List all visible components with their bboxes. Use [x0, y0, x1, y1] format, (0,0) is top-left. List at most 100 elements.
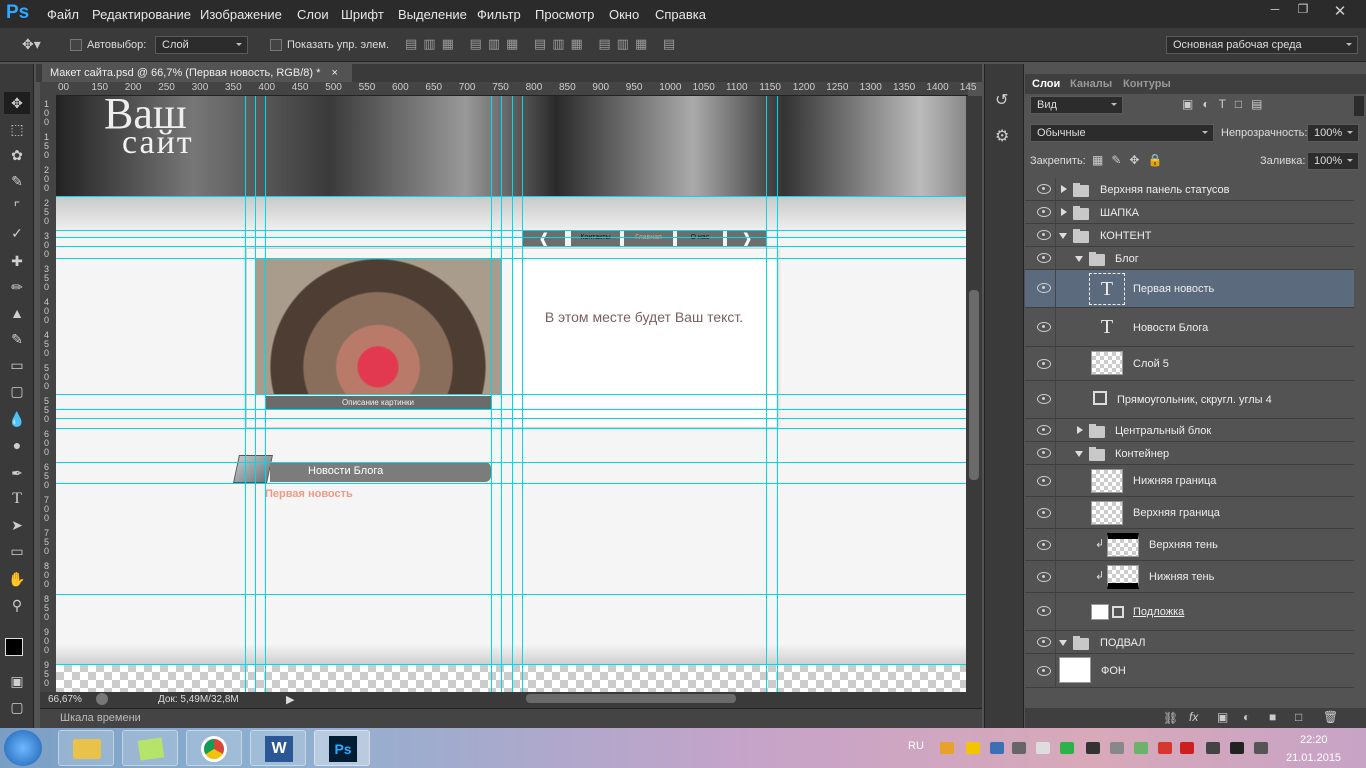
eyedropper-tool-icon[interactable]: ✓	[4, 222, 30, 244]
opacity-input[interactable]: 100%	[1307, 124, 1359, 142]
visibility-eye-icon[interactable]	[1037, 572, 1051, 582]
fill-input[interactable]: 100%	[1307, 152, 1359, 170]
visibility-eye-icon[interactable]	[1037, 637, 1051, 647]
hand-tool-icon[interactable]: ✋	[4, 568, 30, 590]
layer-row[interactable]: T Новости Блога	[1025, 308, 1354, 347]
lock-icons[interactable]: ▦✎✥🔒	[1092, 153, 1172, 167]
layer-row[interactable]: Прямоугольник, скругл. углы 4	[1025, 381, 1354, 419]
language-indicator[interactable]: RU	[908, 740, 924, 752]
gradient-tool-icon[interactable]: ▢	[4, 380, 30, 402]
clock-time[interactable]: 22:20	[1300, 734, 1328, 746]
visibility-eye-icon[interactable]	[1037, 394, 1051, 404]
status-arrow-icon[interactable]: ▶	[286, 693, 294, 706]
adjustment-icon[interactable]: ◐	[1243, 710, 1250, 724]
vertical-scroll-thumb[interactable]	[969, 290, 979, 480]
layer-row[interactable]: Слой 5	[1025, 347, 1354, 381]
collapse-arrow-icon[interactable]	[1075, 451, 1083, 461]
menu-window[interactable]: Окно	[609, 7, 639, 22]
visibility-eye-icon[interactable]	[1037, 230, 1051, 240]
blur-tool-icon[interactable]: 💧	[4, 408, 30, 430]
menu-type[interactable]: Шрифт	[341, 7, 384, 22]
visibility-eye-icon[interactable]	[1037, 540, 1051, 550]
layer-row[interactable]: Центральный блок	[1025, 419, 1354, 442]
layer-row[interactable]: ФОН	[1025, 654, 1354, 688]
layer-row[interactable]: Блог	[1025, 247, 1354, 270]
restore-icon[interactable]: ❐	[1290, 2, 1316, 20]
layer-row[interactable]: ↲ Нижняя тень	[1025, 561, 1354, 593]
visibility-eye-icon[interactable]	[1037, 207, 1051, 217]
tray-icon[interactable]	[990, 742, 1004, 754]
visibility-eye-icon[interactable]	[1037, 322, 1051, 332]
tray-icon[interactable]	[1206, 742, 1220, 754]
tab-layers[interactable]: Слои	[1032, 78, 1060, 90]
zoom-tool-icon[interactable]: ⚲	[4, 594, 30, 616]
trash-icon[interactable]: 🗑	[1323, 710, 1338, 724]
visibility-eye-icon[interactable]	[1037, 283, 1051, 293]
layer-row[interactable]: ШАПКА	[1025, 201, 1354, 224]
layer-row[interactable]: Верхняя граница	[1025, 497, 1354, 529]
tray-icon[interactable]	[1180, 742, 1194, 754]
layer-row[interactable]: Подложка	[1025, 593, 1354, 631]
horizontal-scroll-thumb[interactable]	[526, 694, 736, 703]
tray-icon[interactable]	[1012, 742, 1026, 754]
start-button-icon[interactable]	[4, 730, 42, 766]
first-news-title[interactable]: Первая новость	[265, 488, 353, 500]
new-layer-icon[interactable]: □	[1295, 710, 1302, 724]
move-tool-icon[interactable]: ✥	[4, 92, 30, 114]
visibility-eye-icon[interactable]	[1037, 508, 1051, 518]
taskbar-notes-icon[interactable]	[122, 730, 178, 766]
autoselect-checkbox[interactable]	[70, 39, 82, 51]
blend-mode-dropdown[interactable]: Обычные	[1030, 124, 1214, 142]
foreground-color-swatch[interactable]	[5, 638, 23, 656]
tray-icon[interactable]	[1086, 742, 1100, 754]
collapse-arrow-icon[interactable]	[1075, 256, 1083, 266]
pen-tool-icon[interactable]: ✒	[4, 462, 30, 484]
visibility-eye-icon[interactable]	[1037, 606, 1051, 616]
tab-channels[interactable]: Каналы	[1070, 78, 1112, 90]
close-icon[interactable]: ✕	[1320, 2, 1360, 20]
collapse-arrow-icon[interactable]	[1059, 233, 1067, 243]
tray-icon[interactable]	[1134, 742, 1148, 754]
visibility-eye-icon[interactable]	[1037, 184, 1051, 194]
type-tool-icon[interactable]: T	[4, 488, 30, 510]
document-tab[interactable]: Макет сайта.psd @ 66,7% (Первая новость,…	[42, 64, 352, 82]
expand-arrow-icon[interactable]	[1061, 208, 1071, 216]
dodge-tool-icon[interactable]: ●	[4, 434, 30, 456]
expand-arrow-icon[interactable]	[1061, 185, 1071, 193]
menu-image[interactable]: Изображение	[200, 7, 282, 22]
menu-help[interactable]: Справка	[655, 7, 706, 22]
menu-filter[interactable]: Фильтр	[477, 7, 521, 22]
timeline-label[interactable]: Шкала времени	[60, 712, 141, 724]
collapse-arrow-icon[interactable]	[1059, 640, 1067, 650]
autoselect-dropdown[interactable]: Слой	[155, 36, 248, 54]
tray-icon[interactable]	[1158, 742, 1172, 754]
visibility-eye-icon[interactable]	[1037, 253, 1051, 263]
expand-arrow-icon[interactable]	[1077, 426, 1087, 434]
visibility-eye-icon[interactable]	[1037, 476, 1051, 486]
signal-icon[interactable]	[1230, 742, 1244, 754]
menu-layers[interactable]: Слои	[297, 7, 329, 22]
crop-tool-icon[interactable]: ⌜	[4, 196, 30, 218]
tab-paths[interactable]: Контуры	[1123, 78, 1171, 90]
tray-icon[interactable]	[966, 742, 980, 754]
align-icons[interactable]: ▤▥▦ ▤▥▦ ▤▥▦ ▤▥▦ ▤	[405, 36, 765, 54]
taskbar-photoshop-icon[interactable]: Ps	[314, 730, 370, 766]
workspace-dropdown[interactable]: Основная рабочая среда	[1166, 36, 1358, 54]
minimize-icon[interactable]: ─	[1262, 2, 1288, 20]
layer-row[interactable]: Контейнер	[1025, 442, 1354, 465]
tray-icon[interactable]	[1036, 742, 1050, 754]
path-select-tool-icon[interactable]: ➤	[4, 514, 30, 536]
close-tab-icon[interactable]: ×	[331, 67, 337, 79]
status-menu-icon[interactable]	[96, 693, 108, 705]
filter-icons[interactable]: ▣◐T□▤	[1182, 97, 1302, 111]
healing-tool-icon[interactable]: ✚	[4, 250, 30, 272]
layer-row-selected[interactable]: T Первая новость	[1025, 270, 1354, 308]
screen-mode-icon[interactable]: ▢	[4, 696, 30, 718]
brush-tool-icon[interactable]: ✏	[4, 276, 30, 298]
quick-select-tool-icon[interactable]: ✎	[4, 170, 30, 192]
taskbar-chrome-icon[interactable]	[186, 730, 242, 766]
canvas[interactable]: Ваш сайт ❰ Контакты Главная О нас ❱ Опис…	[56, 96, 966, 692]
layer-row[interactable]: ПОДВАЛ	[1025, 631, 1354, 654]
move-tool-icon[interactable]: ✥▾	[22, 36, 41, 53]
visibility-eye-icon[interactable]	[1037, 359, 1051, 369]
